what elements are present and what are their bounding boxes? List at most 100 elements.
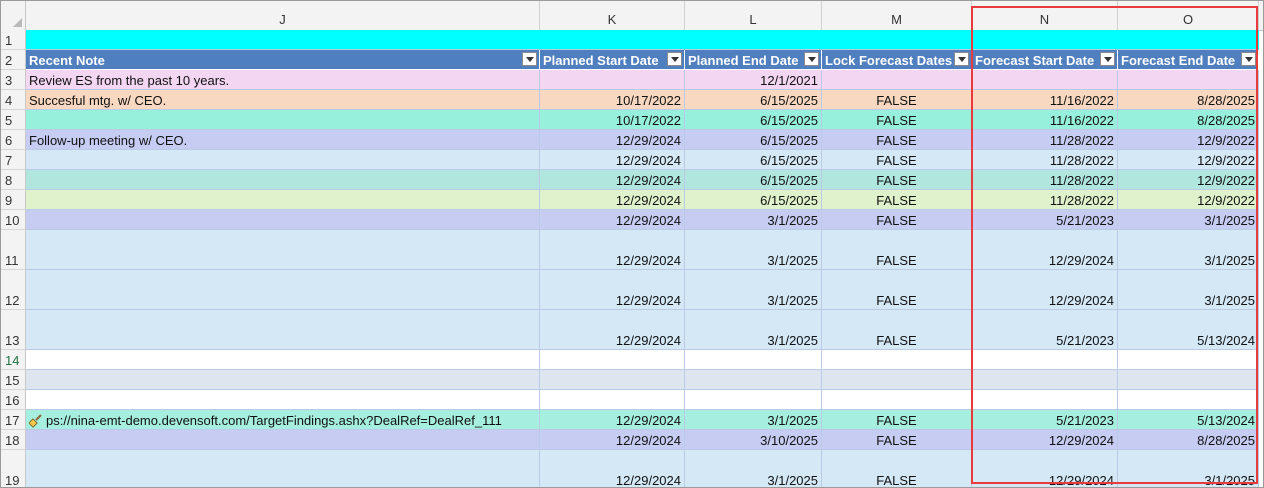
cell-lock-forecast[interactable]: FALSE: [822, 310, 972, 350]
select-all-corner[interactable]: [1, 1, 26, 30]
cell-lock-forecast[interactable]: [822, 390, 972, 410]
cell-forecast-end[interactable]: 8/28/2025: [1118, 110, 1259, 130]
cell-planned-start[interactable]: 12/29/2024: [540, 270, 685, 310]
row-number[interactable]: 2: [1, 50, 26, 70]
cell-lock-forecast[interactable]: FALSE: [822, 150, 972, 170]
cell-lock-forecast[interactable]: [822, 30, 972, 50]
cell-recent-note[interactable]: [26, 370, 540, 390]
cell-forecast-end[interactable]: [1118, 70, 1259, 90]
filter-dropdown-icon[interactable]: [667, 52, 682, 66]
row-number[interactable]: 5: [1, 110, 26, 130]
cell-forecast-start[interactable]: 5/21/2023: [972, 210, 1118, 230]
cell-recent-note[interactable]: [26, 270, 540, 310]
cell-forecast-end[interactable]: 3/1/2025: [1118, 450, 1259, 487]
cell-planned-start[interactable]: 12/29/2024: [540, 450, 685, 487]
filter-dropdown-icon[interactable]: [522, 52, 537, 66]
cell-forecast-start[interactable]: 11/16/2022: [972, 90, 1118, 110]
cell-lock-forecast[interactable]: [822, 350, 972, 370]
cell-forecast-start[interactable]: 12/29/2024: [972, 230, 1118, 270]
cell-planned-end[interactable]: [685, 30, 822, 50]
cell-recent-note[interactable]: [26, 30, 540, 50]
cell-planned-end[interactable]: 3/1/2025: [685, 270, 822, 310]
cell-lock-forecast[interactable]: FALSE: [822, 430, 972, 450]
column-header-k[interactable]: K: [540, 1, 685, 30]
cell-forecast-end[interactable]: [1118, 390, 1259, 410]
cell-recent-note[interactable]: [26, 430, 540, 450]
row-number[interactable]: 4: [1, 90, 26, 110]
cell-lock-forecast[interactable]: FALSE: [822, 170, 972, 190]
filter-dropdown-icon[interactable]: [804, 52, 819, 66]
row-number[interactable]: 17: [1, 410, 26, 430]
cell-planned-start[interactable]: [540, 350, 685, 370]
cell-forecast-start[interactable]: [972, 370, 1118, 390]
cell-planned-end[interactable]: 3/1/2025: [685, 230, 822, 270]
column-header-l[interactable]: L: [685, 1, 822, 30]
cell-planned-start[interactable]: 10/17/2022: [540, 110, 685, 130]
cell-forecast-start[interactable]: 11/28/2022: [972, 170, 1118, 190]
cell-lock-forecast[interactable]: FALSE: [822, 450, 972, 487]
cell-forecast-end[interactable]: 12/9/2022: [1118, 150, 1259, 170]
row-number[interactable]: 18: [1, 430, 26, 450]
cell-planned-end[interactable]: 6/15/2025: [685, 190, 822, 210]
row-number[interactable]: 13: [1, 310, 26, 350]
cell-planned-end[interactable]: 3/1/2025: [685, 410, 822, 430]
row-number[interactable]: 6: [1, 130, 26, 150]
header-cell-planned-start[interactable]: Planned Start Date: [540, 50, 685, 70]
cell-recent-note[interactable]: [26, 450, 540, 487]
cell-planned-start[interactable]: 12/29/2024: [540, 210, 685, 230]
row-number[interactable]: 8: [1, 170, 26, 190]
cell-lock-forecast[interactable]: FALSE: [822, 230, 972, 270]
cell-forecast-end[interactable]: 3/1/2025: [1118, 230, 1259, 270]
cell-recent-note[interactable]: [26, 110, 540, 130]
cell-lock-forecast[interactable]: FALSE: [822, 90, 972, 110]
cell-planned-start[interactable]: 12/29/2024: [540, 130, 685, 150]
cell-forecast-start[interactable]: [972, 30, 1118, 50]
cell-recent-note[interactable]: Succesful mtg. w/ CEO.: [26, 90, 540, 110]
header-cell-planned-end[interactable]: Planned End Date: [685, 50, 822, 70]
filter-dropdown-icon[interactable]: [954, 52, 969, 66]
cell-planned-end[interactable]: 3/1/2025: [685, 310, 822, 350]
cell-recent-note[interactable]: Follow-up meeting w/ CEO.: [26, 130, 540, 150]
cell-lock-forecast[interactable]: FALSE: [822, 190, 972, 210]
cell-planned-start[interactable]: 12/29/2024: [540, 310, 685, 350]
cell-forecast-start[interactable]: [972, 390, 1118, 410]
row-number[interactable]: 9: [1, 190, 26, 210]
cell-forecast-start[interactable]: 12/29/2024: [972, 430, 1118, 450]
header-cell-recent-note[interactable]: Recent Note: [26, 50, 540, 70]
cell-planned-end[interactable]: 3/1/2025: [685, 450, 822, 487]
header-cell-lock-forecast[interactable]: Lock Forecast Dates: [822, 50, 972, 70]
row-number[interactable]: 3: [1, 70, 26, 90]
filter-dropdown-icon[interactable]: [1100, 52, 1115, 66]
cell-forecast-start[interactable]: 12/29/2024: [972, 270, 1118, 310]
row-number[interactable]: 15: [1, 370, 26, 390]
spreadsheet-grid[interactable]: J K L M N O 1 2 Recent Note Planned Start D…: [0, 0, 1264, 488]
cell-forecast-end[interactable]: 5/13/2024: [1118, 310, 1259, 350]
cell-recent-note[interactable]: Review ES from the past 10 years.: [26, 70, 540, 90]
cell-planned-start[interactable]: 10/17/2022: [540, 90, 685, 110]
cell-forecast-end[interactable]: 3/1/2025: [1118, 270, 1259, 310]
cell-planned-end[interactable]: 6/15/2025: [685, 130, 822, 150]
cell-forecast-end[interactable]: 8/28/2025: [1118, 430, 1259, 450]
cell-recent-note[interactable]: [26, 230, 540, 270]
cell-forecast-end[interactable]: [1118, 370, 1259, 390]
cell-planned-end[interactable]: [685, 350, 822, 370]
cell-forecast-end[interactable]: 12/9/2022: [1118, 170, 1259, 190]
cell-recent-note[interactable]: [26, 350, 540, 370]
cell-recent-note[interactable]: ps://nina-emt-demo.devensoft.com/TargetF…: [26, 410, 540, 430]
cell-lock-forecast[interactable]: FALSE: [822, 210, 972, 230]
cell-forecast-end[interactable]: 12/9/2022: [1118, 130, 1259, 150]
row-number[interactable]: 16: [1, 390, 26, 410]
cell-lock-forecast[interactable]: FALSE: [822, 270, 972, 310]
cell-planned-start[interactable]: 12/29/2024: [540, 430, 685, 450]
row-number[interactable]: 1: [1, 30, 26, 50]
column-header-m[interactable]: M: [822, 1, 972, 30]
cell-recent-note[interactable]: [26, 390, 540, 410]
cell-planned-start[interactable]: [540, 390, 685, 410]
cell-forecast-start[interactable]: 11/16/2022: [972, 110, 1118, 130]
header-cell-forecast-start[interactable]: Forecast Start Date: [972, 50, 1118, 70]
format-painter-icon[interactable]: [28, 414, 43, 428]
cell-recent-note[interactable]: [26, 210, 540, 230]
cell-lock-forecast[interactable]: [822, 70, 972, 90]
cell-lock-forecast[interactable]: [822, 370, 972, 390]
cell-recent-note[interactable]: [26, 310, 540, 350]
